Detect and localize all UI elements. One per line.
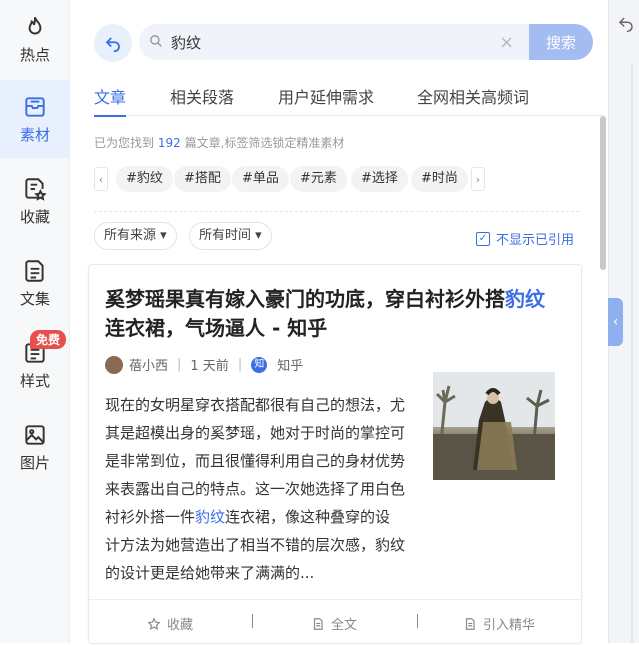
sidebar-item-label: 样式 xyxy=(19,371,50,390)
fulltext-button[interactable]: 全文 xyxy=(311,614,357,633)
sidebar-item-favorites[interactable]: 收藏 xyxy=(0,162,70,240)
chevron-left-icon: ‹ xyxy=(612,314,619,330)
collapse-panel-button[interactable]: ‹ xyxy=(608,298,623,346)
document-icon xyxy=(25,259,44,282)
tag-chip[interactable]: #豹纹 xyxy=(116,166,173,192)
result-suffix: 篇文章,标签筛选锁定精准素材 xyxy=(184,136,345,150)
tag-row: ‹ #豹纹 #搭配 #单品 #元素 #选择 #时尚 › xyxy=(94,166,594,192)
result-info: 已为您找到 192 篇文章,标签筛选锁定精准素材 xyxy=(94,134,344,151)
article-title[interactable]: 奚梦瑶果真有嫁入豪门的功底，穿白衬衫外搭豹纹连衣裙，气场逼人 - 知乎 xyxy=(105,285,555,343)
favorite-button[interactable]: 收藏 xyxy=(147,614,193,633)
undo-arrow-icon xyxy=(105,37,120,52)
tab-user-needs[interactable]: 用户延伸需求 xyxy=(278,84,374,108)
free-badge: 免费 xyxy=(30,330,67,349)
hide-cited-label: 不显示已引用 xyxy=(496,233,575,248)
article-actions: 收藏 全文 引入精华 xyxy=(89,599,581,645)
source-filter[interactable]: 所有来源 ▾ xyxy=(94,222,177,250)
panel-edge xyxy=(631,64,633,643)
source-filter-label: 所有来源 xyxy=(104,228,157,243)
publish-time: 1 天前 xyxy=(190,359,229,374)
caret-down-icon: ▾ xyxy=(255,228,262,243)
time-filter[interactable]: 所有时间 ▾ xyxy=(189,222,272,250)
star-icon xyxy=(147,616,161,630)
tab-bar: 文章 相关段落 用户延伸需求 全网相关高频词 xyxy=(94,82,604,117)
quote-label: 引入精华 xyxy=(483,618,536,633)
search-button[interactable]: 搜索 xyxy=(529,24,593,60)
sidebar-item-label: 收藏 xyxy=(19,207,50,226)
action-separator xyxy=(252,614,253,628)
tag-chip[interactable]: #选择 xyxy=(351,166,408,192)
quote-button[interactable]: 引入精华 xyxy=(463,614,535,633)
tag-prev-button[interactable]: ‹ xyxy=(94,167,108,191)
sidebar-item-label: 图片 xyxy=(19,453,50,472)
tag-chip[interactable]: #搭配 xyxy=(174,166,231,192)
main-panel: × 搜索 文章 相关段落 用户延伸需求 全网相关高频词 已为您找到 192 篇文… xyxy=(71,0,608,644)
undo-icon[interactable] xyxy=(617,14,635,32)
meta-separator: | xyxy=(177,357,182,372)
sidebar-item-label: 素材 xyxy=(19,125,50,144)
tag-next-button[interactable]: › xyxy=(471,167,485,191)
source-name: 知乎 xyxy=(277,359,304,374)
meta-separator: | xyxy=(237,357,243,372)
search-icon xyxy=(150,35,162,47)
tag-chip[interactable]: #元素 xyxy=(290,166,347,192)
article-card[interactable]: 奚梦瑶果真有嫁入豪门的功底，穿白衬衫外搭豹纹连衣裙，气场逼人 - 知乎 蓓小西 … xyxy=(88,264,582,644)
sidebar-item-hot[interactable]: 热点 xyxy=(0,0,70,78)
clear-icon[interactable]: × xyxy=(499,32,514,53)
caret-down-icon: ▾ xyxy=(160,228,167,243)
back-button[interactable] xyxy=(94,24,132,62)
favorite-label: 收藏 xyxy=(167,618,194,633)
sidebar-item-label: 文集 xyxy=(19,289,50,308)
result-prefix: 已为您找到 xyxy=(94,136,155,150)
article-meta: 蓓小西 | 1 天前 | 知 知乎 xyxy=(105,355,303,374)
article-thumbnail[interactable] xyxy=(433,372,555,480)
article-summary: 现在的女明星穿衣搭配都很有自己的想法，尤其是超模出身的奚梦瑶，她对于时尚的掌控可… xyxy=(105,396,406,582)
scrollbar[interactable] xyxy=(600,116,606,270)
sidebar-item-images[interactable]: 图片 xyxy=(0,408,70,486)
image-icon xyxy=(25,424,45,445)
result-count: 192 xyxy=(157,136,181,150)
search-input[interactable] xyxy=(171,30,491,54)
flame-icon xyxy=(28,16,42,34)
sidebar-item-material[interactable]: 素材 xyxy=(0,80,70,158)
hide-cited-checkbox[interactable]: ✓ 不显示已引用 xyxy=(476,229,574,248)
inbox-icon xyxy=(25,96,45,117)
sidebar-item-collection[interactable]: 文集 xyxy=(0,244,70,322)
tab-paragraphs[interactable]: 相关段落 xyxy=(170,84,234,108)
fulltext-label: 全文 xyxy=(331,618,358,633)
document-icon xyxy=(313,617,323,630)
search-bar: × 搜索 xyxy=(139,24,593,60)
star-doc-icon xyxy=(25,177,47,201)
time-filter-label: 所有时间 xyxy=(199,228,252,243)
author-name: 蓓小西 xyxy=(129,359,169,374)
check-icon: ✓ xyxy=(476,231,490,246)
tab-hot-words[interactable]: 全网相关高频词 xyxy=(417,84,529,108)
tag-chip[interactable]: #单品 xyxy=(232,166,289,192)
quote-doc-icon xyxy=(465,617,475,630)
zhihu-icon: 知 xyxy=(251,356,268,373)
divider xyxy=(94,211,579,212)
avatar xyxy=(105,355,123,374)
tab-articles[interactable]: 文章 xyxy=(94,84,127,117)
sidebar-item-label: 热点 xyxy=(19,45,50,64)
tag-chip[interactable]: #时尚 xyxy=(411,166,468,192)
left-sidebar: 热点 素材 收藏 文集 样式 图片 免费 xyxy=(0,0,70,643)
action-separator xyxy=(417,614,418,628)
